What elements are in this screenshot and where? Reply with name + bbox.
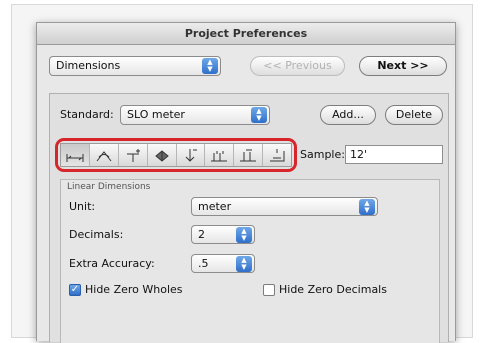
category-popup-value: Dimensions (56, 59, 121, 72)
hide-zero-decimals-checkbox[interactable] (263, 284, 275, 296)
standard-label: Standard: (60, 108, 114, 121)
unit-label: Unit: (69, 200, 96, 213)
hide-zero-decimals-label: Hide Zero Decimals (279, 283, 387, 296)
hide-zero-wholes-label: Hide Zero Wholes (85, 283, 183, 296)
decimals-label: Decimals: (69, 228, 124, 241)
window-title: Project Preferences (37, 23, 455, 45)
standard-popup-value: SLO meter (127, 108, 185, 121)
standard-popup[interactable]: SLO meter ▲ ▼ (120, 105, 270, 125)
popup-arrows-icon: ▲ ▼ (236, 227, 252, 243)
popup-arrows-icon: ▲ ▼ (251, 107, 267, 123)
previous-button[interactable]: << Previous (250, 56, 345, 76)
sample-field[interactable]: 12' (345, 145, 443, 164)
extra-accuracy-label: Extra Accuracy: (69, 257, 155, 270)
preferences-window: Project Preferences Dimensions ▲ ▼ << Pre… (36, 22, 456, 343)
linear-dimensions-group: Linear Dimensions Unit: meter ▲ ▼ Decimal… (60, 179, 440, 343)
unit-popup-value: meter (198, 200, 232, 213)
dimensions-panel: Standard: SLO meter ▲ ▼ Add... Delete Sam… (49, 93, 449, 343)
hide-zero-wholes-checkbox[interactable]: ✓ (69, 284, 81, 296)
add-button[interactable]: Add... (320, 105, 376, 125)
next-button[interactable]: Next >> (359, 56, 447, 76)
toolbar-highlight-outline (55, 138, 297, 172)
popup-arrows-icon: ▲ ▼ (359, 199, 375, 215)
popup-arrows-icon: ▲ ▼ (202, 58, 218, 74)
decimals-popup-value: 2 (198, 228, 205, 241)
decimals-popup[interactable]: 2 ▲ ▼ (191, 225, 255, 244)
extra-accuracy-popup[interactable]: .5 ▲ ▼ (191, 254, 255, 273)
category-popup[interactable]: Dimensions ▲ ▼ (49, 56, 221, 76)
extra-accuracy-popup-value: .5 (198, 257, 209, 270)
unit-popup[interactable]: meter ▲ ▼ (191, 197, 378, 216)
group-title: Linear Dimensions (67, 182, 151, 192)
popup-arrows-icon: ▲ ▼ (236, 256, 252, 272)
sample-label: Sample: (300, 148, 345, 161)
delete-button[interactable]: Delete (385, 105, 443, 125)
